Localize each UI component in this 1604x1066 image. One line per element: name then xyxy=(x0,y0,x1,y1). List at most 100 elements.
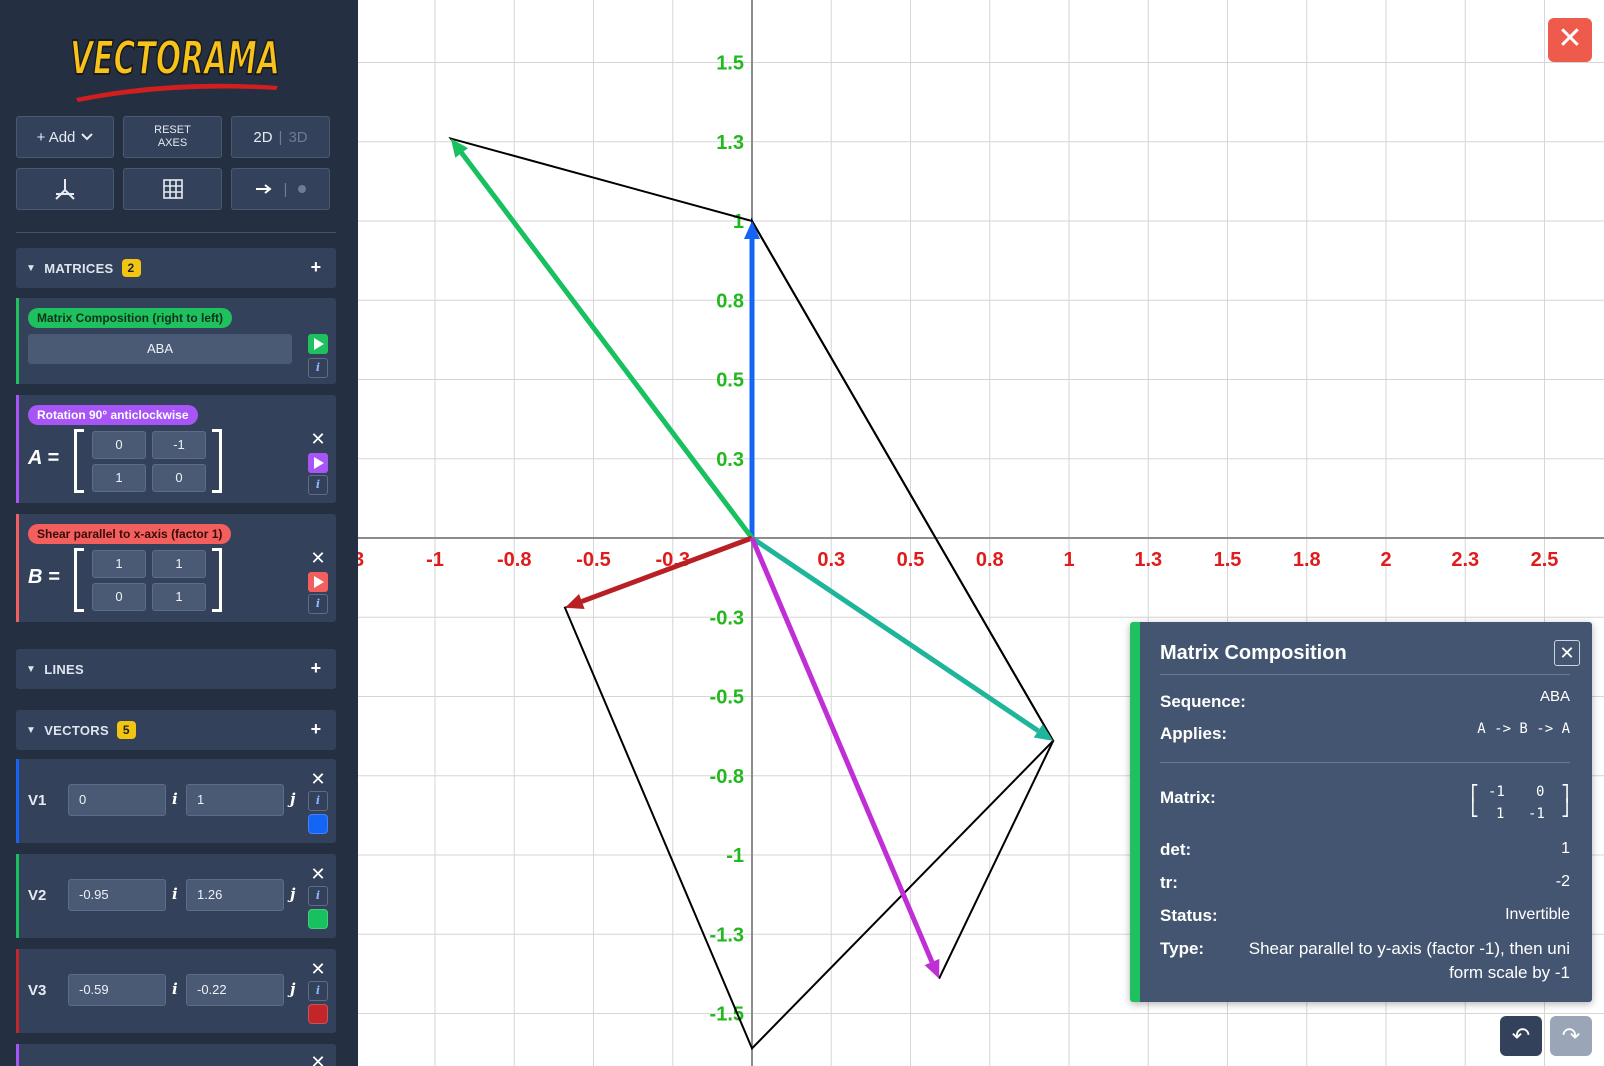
v1-name: V1 xyxy=(28,792,47,809)
v2-color-swatch[interactable] xyxy=(308,909,328,929)
x-tick-label: 1.8 xyxy=(1293,549,1321,571)
v2-accent-bar xyxy=(16,854,19,938)
matrix-card-b: Shear parallel to x-axis (factor 1) B = … xyxy=(16,514,336,622)
grid-toggle-button[interactable] xyxy=(123,168,222,210)
applies-label: Applies: xyxy=(1160,724,1228,743)
composition-info-button[interactable]: i xyxy=(308,358,328,378)
x-tick-label: 0.3 xyxy=(817,549,845,571)
matrix-b-cell-22[interactable]: 1 xyxy=(152,583,206,611)
matrix-a-cell-21[interactable]: 1 xyxy=(92,464,146,492)
v1-info-button[interactable]: i xyxy=(308,791,328,811)
play-composition-button[interactable] xyxy=(308,334,328,354)
reset-axes-button[interactable]: RESET AXES xyxy=(123,116,222,158)
v3-y-input[interactable]: -0.22 xyxy=(186,974,284,1006)
det-value: 1 xyxy=(1561,840,1570,857)
add-vector-button[interactable]: + xyxy=(304,718,328,742)
matrix-a-info-button[interactable]: i xyxy=(308,475,328,495)
play-matrix-b-button[interactable] xyxy=(308,572,328,592)
composition-sequence-input[interactable]: ABA xyxy=(28,334,292,364)
chevron-down-icon xyxy=(81,133,94,141)
y-tick-label: -1 xyxy=(726,845,744,867)
result-matrix-right-bracket-bottom: ⎦ xyxy=(1560,798,1570,817)
add-dropdown-button[interactable]: + Add xyxy=(16,116,114,158)
v3-info-button[interactable]: i xyxy=(308,981,328,1001)
play-matrix-a-button[interactable] xyxy=(308,453,328,473)
type-value-line-2: form scale by -1 xyxy=(1449,963,1570,982)
matrix-b-cell-21[interactable]: 0 xyxy=(92,583,146,611)
matrix-a-label: Rotation 90° anticlockwise xyxy=(28,405,198,425)
add-matrix-button[interactable]: + xyxy=(304,256,328,280)
transformed-shape-outline-3 xyxy=(751,220,1055,980)
v1-color-swatch[interactable] xyxy=(308,814,328,834)
delete-v3-icon[interactable]: ✕ xyxy=(308,959,328,979)
delete-v2-icon[interactable]: ✕ xyxy=(308,864,328,884)
matrices-section-header[interactable]: ▼ MATRICES 2 + xyxy=(16,248,336,288)
collapse-triangle-icon: ▼ xyxy=(26,663,37,675)
vectors-section-header[interactable]: ▼ VECTORS 5 + xyxy=(16,710,336,750)
x-tick-label: -1 xyxy=(426,549,444,571)
matrix-b-cell-11[interactable]: 1 xyxy=(92,550,146,578)
panel-title: Matrix Composition xyxy=(1160,642,1347,664)
v2-j-label: j xyxy=(290,885,296,903)
sequence-label: Sequence: xyxy=(1160,692,1246,711)
delete-v1-icon[interactable]: ✕ xyxy=(308,769,328,789)
y-tick-label: -0.5 xyxy=(710,687,744,709)
composition-info-panel: Matrix Composition ✕ Sequence: ABA Appli… xyxy=(1130,622,1592,1002)
lines-section-header[interactable]: ▼ LINES + xyxy=(16,649,336,689)
tr-value: -2 xyxy=(1555,873,1570,890)
axes-icon xyxy=(55,179,75,200)
status-label: Status: xyxy=(1160,906,1218,925)
mode-3d[interactable]: 3D xyxy=(288,129,307,146)
undo-icon[interactable]: ↶ xyxy=(1500,1016,1542,1056)
v2-info-button[interactable]: i xyxy=(308,886,328,906)
matrices-count-badge: 2 xyxy=(121,259,141,277)
app-logo: VECTORAMA xyxy=(69,30,281,102)
result-matrix-11: -1 xyxy=(1488,784,1505,800)
close-icon[interactable]: ✕ xyxy=(1548,18,1592,62)
x-tick-label: 1.5 xyxy=(1214,549,1242,571)
delete-matrix-b-icon[interactable]: ✕ xyxy=(308,548,328,568)
delete-matrix-a-icon[interactable]: ✕ xyxy=(308,429,328,449)
matrix-b-info-button[interactable]: i xyxy=(308,594,328,614)
add-line-button[interactable]: + xyxy=(304,657,328,681)
y-tick-label: 0.8 xyxy=(716,290,744,312)
grid-icon xyxy=(162,179,183,199)
v1-x-input[interactable]: 0 xyxy=(68,784,166,816)
x-tick-label: 1 xyxy=(1063,549,1074,571)
matrix-b-left-bracket xyxy=(74,548,84,612)
mode-2d[interactable]: 2D xyxy=(253,129,272,146)
matrices-title: MATRICES xyxy=(44,260,114,276)
matrix-b-cell-12[interactable]: 1 xyxy=(152,550,206,578)
v2-y-input[interactable]: 1.26 xyxy=(186,879,284,911)
matrix-a-cell-22[interactable]: 0 xyxy=(152,464,206,492)
matrix-b-right-bracket xyxy=(212,548,222,612)
sequence-value: ABA xyxy=(1539,688,1570,705)
matrix-a-accent-bar xyxy=(16,395,19,503)
x-tick-label: -0.5 xyxy=(576,549,610,571)
v1-y-input[interactable]: 1 xyxy=(186,784,284,816)
reset-label-2: AXES xyxy=(157,137,188,149)
x-tick-label: .3 xyxy=(358,549,364,571)
redo-icon[interactable]: ↷ xyxy=(1550,1016,1592,1056)
collapse-triangle-icon: ▼ xyxy=(26,262,37,274)
v3-color-swatch[interactable] xyxy=(308,1004,328,1024)
v2-x-input[interactable]: -0.95 xyxy=(68,879,166,911)
result-matrix-left-bracket-bottom: ⎣ xyxy=(1470,798,1480,817)
v1-j-label: j xyxy=(290,790,296,808)
arrow-right-icon xyxy=(255,184,272,194)
dot-icon xyxy=(298,185,307,193)
dimension-toggle[interactable]: 2D | 3D xyxy=(231,116,330,158)
matrix-a-cell-11[interactable]: 0 xyxy=(92,431,146,459)
vectors-count-badge: 5 xyxy=(116,721,136,739)
v3-i-label: i xyxy=(172,980,178,998)
composition-card: Matrix Composition (right to left) ABA i xyxy=(16,298,336,384)
panel-close-icon[interactable]: ✕ xyxy=(1554,640,1580,666)
result-matrix: ⎡ ⎣ -1 0 1 -1 ⎤ ⎦ xyxy=(1470,782,1570,826)
delete-v4-icon[interactable]: ✕ xyxy=(308,1052,328,1066)
v3-x-input[interactable]: -0.59 xyxy=(68,974,166,1006)
vector-card-v1: V1 0 i 1 j ✕ i xyxy=(16,759,336,843)
vector-style-toggle[interactable]: | xyxy=(231,168,330,210)
v1-i-label: i xyxy=(172,790,178,808)
matrix-a-cell-12[interactable]: -1 xyxy=(152,431,206,459)
axes-toggle-button[interactable] xyxy=(16,168,114,210)
